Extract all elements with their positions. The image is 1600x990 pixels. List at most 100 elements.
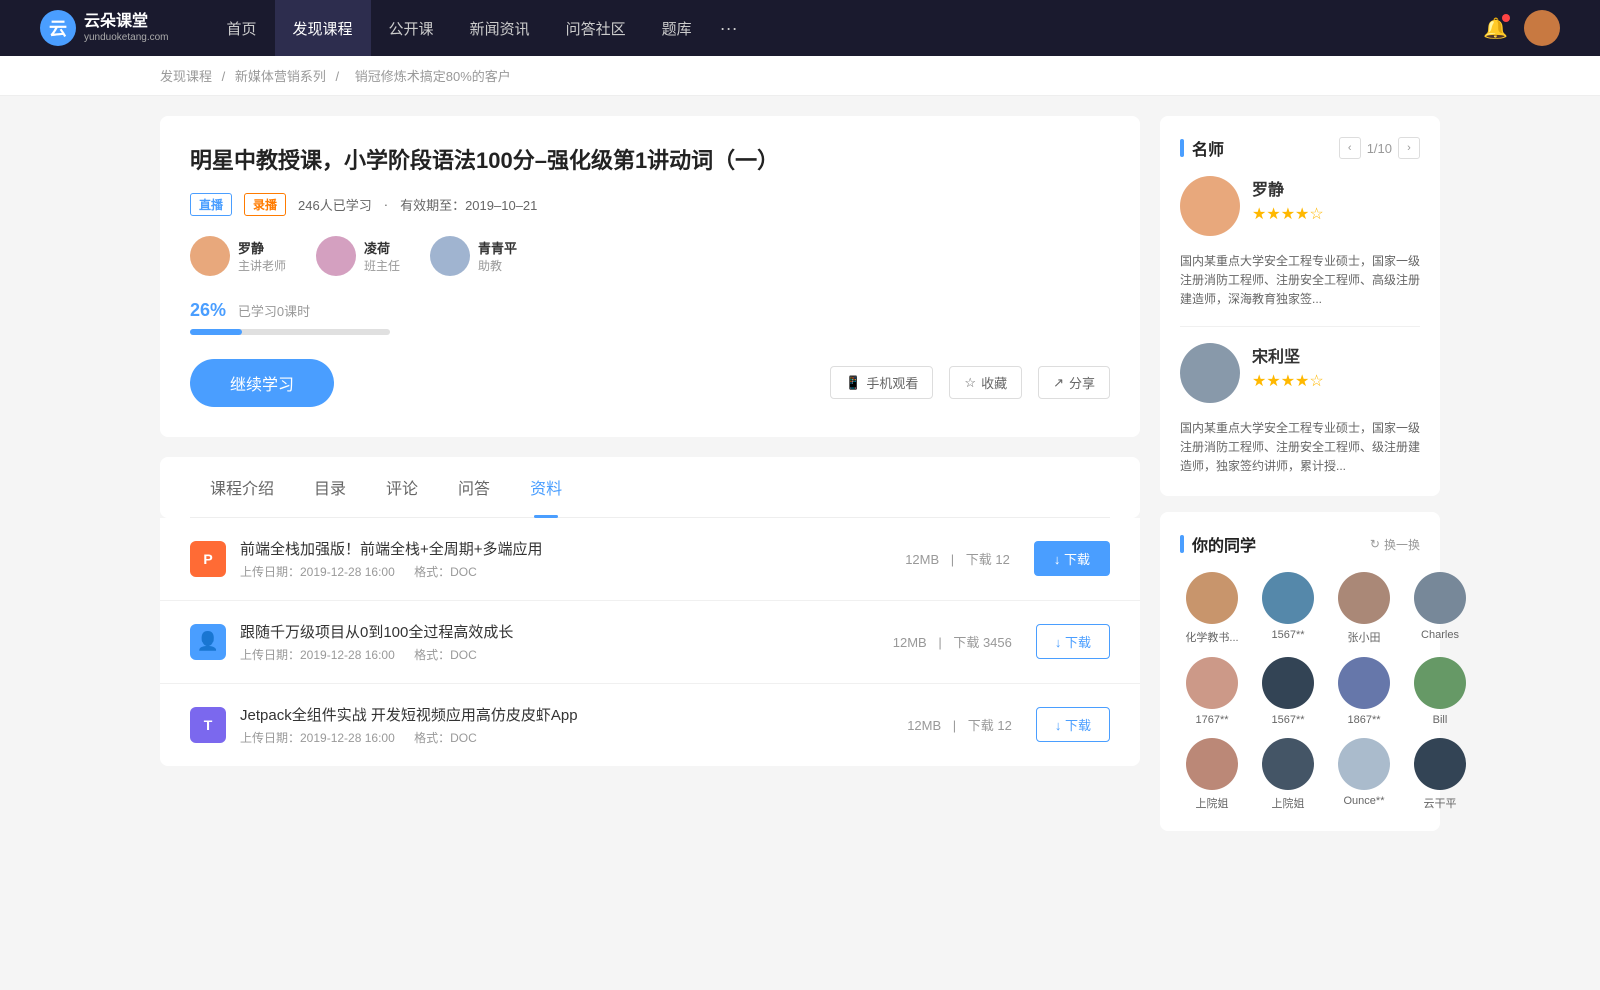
tab-catalog[interactable]: 目录 bbox=[294, 457, 366, 517]
refresh-icon: ↻ bbox=[1370, 537, 1380, 551]
nav-qa[interactable]: 问答社区 bbox=[548, 0, 644, 56]
file-size-2: 12MB bbox=[907, 718, 941, 733]
continue-button[interactable]: 继续学习 bbox=[190, 359, 334, 407]
file-icon-1: 👤 bbox=[190, 624, 226, 660]
student-name-0: 化学教书... bbox=[1180, 629, 1244, 645]
main-container: 明星中教授课，小学阶段语法100分–强化级第1讲动词（一） 直播 录播 246人… bbox=[0, 96, 1600, 990]
teacher-role-1: 班主任 bbox=[364, 257, 400, 274]
star-icon: ☆ bbox=[964, 375, 976, 391]
tab-materials[interactable]: 资料 bbox=[510, 457, 582, 517]
teacher-info-0: 罗静 主讲老师 bbox=[238, 238, 286, 274]
student-name-9: 上院姐 bbox=[1256, 795, 1320, 811]
file-format-0: 格式：DOC bbox=[414, 565, 477, 579]
refresh-students-button[interactable]: ↻ 换一换 bbox=[1370, 536, 1420, 553]
mobile-icon: 📱 bbox=[845, 375, 861, 391]
student-7[interactable]: Bill bbox=[1408, 657, 1472, 726]
share-button[interactable]: ↗ 分享 bbox=[1038, 366, 1110, 399]
badge-live: 直播 bbox=[190, 193, 232, 216]
download-button-2[interactable]: ↓ 下载 bbox=[1036, 707, 1110, 742]
breadcrumb-discover[interactable]: 发现课程 bbox=[160, 69, 212, 84]
sidebar-teacher-name-0: 罗静 bbox=[1252, 176, 1324, 200]
file-downloads-1: 下载 3456 bbox=[953, 635, 1012, 650]
sidebar-teacher-info-0: 罗静 ★★★★☆ bbox=[1252, 176, 1324, 224]
nav-discover[interactable]: 发现课程 bbox=[275, 0, 371, 56]
file-item-2: T Jetpack全组件实战 开发短视频应用高仿皮皮虾App 上传日期：2019… bbox=[160, 684, 1140, 766]
progress-pct: 26% bbox=[190, 300, 226, 320]
student-11[interactable]: 云干平 bbox=[1408, 738, 1472, 811]
file-downloads-2: 下载 12 bbox=[968, 718, 1012, 733]
student-avatar-3 bbox=[1414, 572, 1466, 624]
breadcrumb-sep1: / bbox=[222, 69, 229, 84]
sidebar-teacher-desc-1: 国内某重点大学安全工程专业硕士，国家一级注册消防工程师、注册安全工程师、级注册建… bbox=[1180, 419, 1420, 477]
file-meta-1: 上传日期：2019-12-28 16:00 格式：DOC bbox=[240, 646, 889, 663]
student-name-5: 1567** bbox=[1256, 714, 1320, 726]
teachers-pagination: ‹ 1/10 › bbox=[1339, 137, 1420, 159]
student-9[interactable]: 上院姐 bbox=[1256, 738, 1320, 811]
teachers-list: 罗静 主讲老师 凌荷 班主任 青青平 助教 bbox=[190, 236, 1110, 276]
file-size-0: 12MB bbox=[905, 552, 939, 567]
student-6[interactable]: 1867** bbox=[1332, 657, 1396, 726]
file-meta-0: 上传日期：2019-12-28 16:00 格式：DOC bbox=[240, 563, 901, 580]
file-info-0: 前端全栈加强版！前端全栈+全周期+多端应用 上传日期：2019-12-28 16… bbox=[240, 538, 901, 580]
teacher-name-0: 罗静 bbox=[238, 238, 286, 257]
nav-quiz[interactable]: 题库 bbox=[644, 0, 710, 56]
nav-more[interactable]: ··· bbox=[710, 18, 748, 39]
students-grid: 化学教书... 1567** 张小田 Charles 1767** bbox=[1180, 572, 1420, 811]
student-8[interactable]: 上院姐 bbox=[1180, 738, 1244, 811]
logo[interactable]: 云 云朵课堂 yunduoketang.com bbox=[40, 10, 169, 46]
file-stats-0: 12MB | 下载 12 bbox=[901, 549, 1014, 568]
logo-text: 云朵课堂 yunduoketang.com bbox=[84, 12, 169, 43]
teacher-avatar-0 bbox=[190, 236, 230, 276]
student-5[interactable]: 1567** bbox=[1256, 657, 1320, 726]
tab-qa[interactable]: 问答 bbox=[438, 457, 510, 517]
pag-prev-button[interactable]: ‹ bbox=[1339, 137, 1361, 159]
collect-label: 收藏 bbox=[981, 373, 1007, 392]
student-avatar-10 bbox=[1338, 738, 1390, 790]
student-name-8: 上院姐 bbox=[1180, 795, 1244, 811]
tab-review[interactable]: 评论 bbox=[366, 457, 438, 517]
progress-bar-bg bbox=[190, 329, 390, 335]
file-icon-2: T bbox=[190, 707, 226, 743]
teacher-avatar-2 bbox=[430, 236, 470, 276]
nav-home[interactable]: 首页 bbox=[209, 0, 275, 56]
header-right: 🔔 bbox=[1483, 10, 1560, 46]
student-10[interactable]: Ounce** bbox=[1332, 738, 1396, 811]
pag-next-button[interactable]: › bbox=[1398, 137, 1420, 159]
breadcrumb-series[interactable]: 新媒体营销系列 bbox=[235, 69, 326, 84]
file-date-0: 上传日期：2019-12-28 16:00 bbox=[240, 565, 395, 579]
breadcrumb: 发现课程 / 新媒体营销系列 / 销冠修炼术搞定80%的客户 bbox=[0, 56, 1600, 96]
file-name-0: 前端全栈加强版！前端全栈+全周期+多端应用 bbox=[240, 538, 901, 559]
mobile-label: 手机观看 bbox=[866, 373, 918, 392]
logo-icon: 云 bbox=[40, 10, 76, 46]
teacher-avatar-1 bbox=[316, 236, 356, 276]
teachers-sidebar-title: 名师 bbox=[1180, 136, 1224, 160]
file-item-1: 👤 跟随千万级项目从0到100全过程高效成长 上传日期：2019-12-28 1… bbox=[160, 601, 1140, 684]
teacher-role-2: 助教 bbox=[478, 257, 517, 274]
content-left: 明星中教授课，小学阶段语法100分–强化级第1讲动词（一） 直播 录播 246人… bbox=[160, 116, 1140, 970]
student-avatar-7 bbox=[1414, 657, 1466, 709]
student-name-2: 张小田 bbox=[1332, 629, 1396, 645]
user-avatar[interactable] bbox=[1524, 10, 1560, 46]
file-name-1: 跟随千万级项目从0到100全过程高效成长 bbox=[240, 621, 889, 642]
file-info-1: 跟随千万级项目从0到100全过程高效成长 上传日期：2019-12-28 16:… bbox=[240, 621, 889, 663]
collect-button[interactable]: ☆ 收藏 bbox=[949, 366, 1022, 399]
student-1[interactable]: 1567** bbox=[1256, 572, 1320, 645]
course-card: 明星中教授课，小学阶段语法100分–强化级第1讲动词（一） 直播 录播 246人… bbox=[160, 116, 1140, 437]
tab-intro[interactable]: 课程介绍 bbox=[190, 457, 294, 517]
student-avatar-5 bbox=[1262, 657, 1314, 709]
student-name-4: 1767** bbox=[1180, 714, 1244, 726]
nav-open[interactable]: 公开课 bbox=[371, 0, 452, 56]
student-3[interactable]: Charles bbox=[1408, 572, 1472, 645]
badge-record: 录播 bbox=[244, 193, 286, 216]
student-2[interactable]: 张小田 bbox=[1332, 572, 1396, 645]
student-avatar-0 bbox=[1186, 572, 1238, 624]
student-0[interactable]: 化学教书... bbox=[1180, 572, 1244, 645]
download-button-1[interactable]: ↓ 下载 bbox=[1036, 624, 1110, 659]
sidebar-teacher-name-1: 宋利坚 bbox=[1252, 343, 1324, 367]
nav-news[interactable]: 新闻资讯 bbox=[452, 0, 548, 56]
main-nav: 首页 发现课程 公开课 新闻资讯 问答社区 题库 ··· bbox=[209, 0, 748, 56]
student-4[interactable]: 1767** bbox=[1180, 657, 1244, 726]
download-button-0[interactable]: ↓ 下载 bbox=[1034, 541, 1110, 576]
notification-bell-button[interactable]: 🔔 bbox=[1483, 16, 1508, 41]
mobile-watch-button[interactable]: 📱 手机观看 bbox=[830, 366, 933, 399]
